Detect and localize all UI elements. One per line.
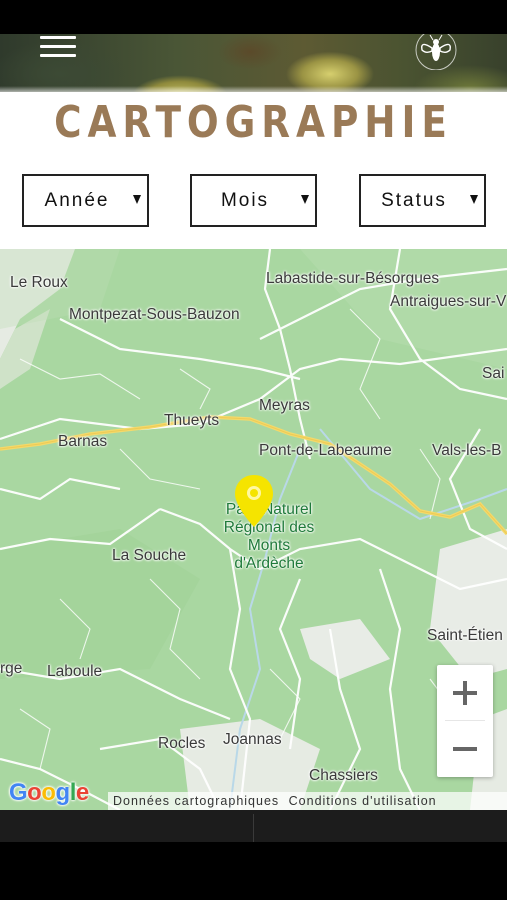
place-label: Pont-de-Labeaume — [259, 442, 392, 459]
place-label: Antraigues-sur-V — [390, 293, 507, 310]
place-label: rge — [0, 660, 23, 677]
place-label: Vals-les-B — [432, 442, 502, 459]
place-label: Rocles — [158, 735, 206, 752]
status-bar — [0, 0, 507, 34]
bee-logo-icon[interactable] — [412, 34, 460, 70]
place-label: Chassiers — [309, 767, 378, 784]
zoom-out-button[interactable] — [437, 721, 493, 777]
page-title: CARTOGRAPHIE — [54, 97, 453, 148]
terms-link[interactable]: Conditions d'utilisation — [289, 794, 437, 808]
year-select[interactable]: Année — [22, 174, 149, 227]
place-label: Saint-Étien — [427, 627, 503, 644]
place-label: La Souche — [112, 547, 187, 564]
place-label: Sai — [482, 365, 505, 382]
place-label: Laboule — [47, 663, 103, 680]
zoom-controls — [437, 665, 493, 777]
place-label: Le Roux — [10, 274, 68, 291]
map-data-link[interactable]: Données cartographiques — [113, 794, 279, 808]
header-banner — [0, 34, 507, 96]
hamburger-menu-icon[interactable] — [40, 36, 78, 58]
year-select-label: Année — [44, 190, 110, 211]
page-content: CARTOGRAPHIE Année Mois Status — [0, 92, 507, 249]
chevron-down-icon — [133, 195, 141, 204]
status-select[interactable]: Status — [359, 174, 486, 227]
bottom-bar — [0, 810, 507, 842]
month-select-label: Mois — [220, 190, 270, 211]
place-label: Montpezat-Sous-Bauzon — [69, 306, 240, 323]
google-logo[interactable]: Google — [9, 779, 89, 807]
place-label: Barnas — [58, 433, 108, 450]
map-view[interactable]: Le Roux Labastide-sur-Bésorgues Antraigu… — [0, 249, 507, 810]
map-attribution: Données cartographiques Conditions d'uti… — [108, 792, 507, 810]
chevron-down-icon — [301, 195, 309, 204]
map-pin-icon[interactable] — [233, 473, 275, 529]
status-select-label: Status — [381, 190, 447, 211]
place-label: Thueyts — [164, 412, 220, 429]
zoom-in-button[interactable] — [437, 665, 493, 721]
divider — [253, 814, 254, 842]
place-label: Labastide-sur-Bésorgues — [266, 270, 440, 287]
month-select[interactable]: Mois — [190, 174, 317, 227]
place-label: Meyras — [259, 397, 310, 414]
system-nav-bar — [0, 842, 507, 900]
place-label: Joannas — [223, 731, 282, 748]
chevron-down-icon — [470, 195, 478, 204]
